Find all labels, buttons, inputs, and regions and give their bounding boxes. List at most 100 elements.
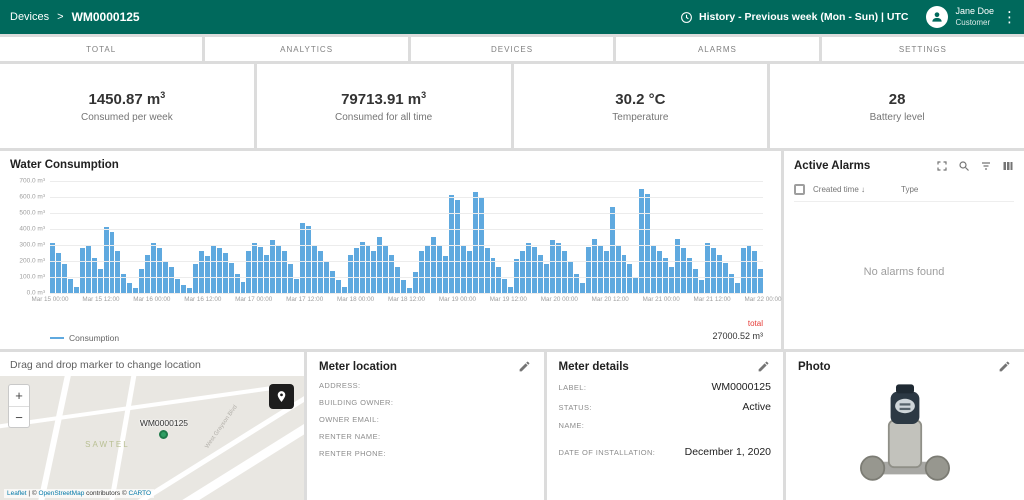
meter-location-header: Meter location xyxy=(319,360,532,374)
stat-consumed-alltime: 79713.91 m3 Consumed for all time xyxy=(257,64,511,148)
legend-label: Consumption xyxy=(69,333,119,343)
map-hint: Drag and drop marker to change location xyxy=(0,352,304,376)
middle-row: Water Consumption 700.0 m³600.0 m³500.0 … xyxy=(0,151,1024,349)
user-icon xyxy=(930,10,944,24)
bottom-row: Drag and drop marker to change location … xyxy=(0,352,1024,500)
meter-details-title: Meter details xyxy=(559,361,629,373)
field-renter-phone: RENTER PHONE: xyxy=(319,442,532,459)
chart-title: Water Consumption xyxy=(10,159,771,171)
field-label: LABEL: WM0000125 xyxy=(559,374,772,394)
field-owner-email: OWNER EMAIL: xyxy=(319,408,532,425)
field-date-installation: DATE OF INSTALLATION: December 1, 2020 xyxy=(559,439,772,459)
chart-total: total 27000.52 m³ xyxy=(712,318,763,344)
history-label: History - Previous week (Mon - Sun) | UT… xyxy=(699,11,908,23)
edit-icon[interactable] xyxy=(518,360,532,374)
stat-value: 28 xyxy=(889,90,906,108)
legend-swatch xyxy=(50,337,64,339)
breadcrumb-devices[interactable]: Devices xyxy=(10,11,49,23)
column-type[interactable]: Type xyxy=(901,185,918,194)
alarms-toolbar xyxy=(935,159,1014,172)
chart-footer: Consumption total 27000.52 m³ xyxy=(50,318,763,344)
location-pin-icon xyxy=(275,390,288,403)
top-bar: Devices > WM0000125 History - Previous w… xyxy=(0,0,1024,34)
stat-battery: 28 Battery level xyxy=(770,64,1024,148)
user-name: Jane Doe xyxy=(955,6,994,18)
tab-alarms[interactable]: ALARMS xyxy=(616,37,818,61)
more-options-icon[interactable]: ⋮ xyxy=(1002,8,1014,26)
total-value: 27000.52 m³ xyxy=(712,330,763,344)
breadcrumb-separator: > xyxy=(57,11,63,23)
columns-icon[interactable] xyxy=(1001,159,1014,172)
user-name-block: Jane Doe Customer xyxy=(955,6,994,28)
leaflet-link[interactable]: Leaflet xyxy=(7,490,27,497)
breadcrumb: Devices > WM0000125 xyxy=(10,10,140,24)
active-alarms-card: Active Alarms xyxy=(784,151,1024,349)
photo-title: Photo xyxy=(798,361,831,373)
chart-legend[interactable]: Consumption xyxy=(50,333,119,343)
edit-icon[interactable] xyxy=(998,360,1012,374)
water-consumption-card: Water Consumption 700.0 m³600.0 m³500.0 … xyxy=(0,151,781,349)
dashboard: Devices > WM0000125 History - Previous w… xyxy=(0,0,1024,500)
edit-icon[interactable] xyxy=(757,360,771,374)
field-status: STATUS: Active xyxy=(559,394,772,414)
sort-down-icon: ↓ xyxy=(861,185,865,194)
map-street xyxy=(108,376,137,500)
search-icon[interactable] xyxy=(957,159,970,172)
alarms-table-header: Created time ↓ Type xyxy=(794,184,1014,202)
map-street xyxy=(38,376,73,500)
tab-total[interactable]: TOTAL xyxy=(0,37,202,61)
breadcrumb-current: WM0000125 xyxy=(72,10,140,24)
chart-plot-area[interactable]: 700.0 m³600.0 m³500.0 m³400.0 m³300.0 m³… xyxy=(50,181,763,293)
stat-value: 1450.87 m3 xyxy=(89,90,166,108)
stat-label: Battery level xyxy=(870,112,925,123)
map-card: Drag and drop marker to change location … xyxy=(0,352,304,500)
stat-label: Consumed for all time xyxy=(335,112,432,123)
carto-link[interactable]: CARTO xyxy=(129,490,152,497)
zoom-out-button[interactable]: − xyxy=(9,406,29,427)
meter-details-header: Meter details xyxy=(559,360,772,374)
field-renter-name: RENTER NAME: xyxy=(319,425,532,442)
no-alarms-message: No alarms found xyxy=(794,202,1014,341)
field-name: NAME: xyxy=(559,414,772,431)
stat-consumed-week: 1450.87 m3 Consumed per week xyxy=(0,64,254,148)
map[interactable]: West Grayson Blvd + − WM0000125 SAWTEL L… xyxy=(0,376,304,500)
total-label: total xyxy=(712,318,763,330)
column-created-time[interactable]: Created time ↓ xyxy=(813,185,865,194)
zoom-in-button[interactable]: + xyxy=(9,385,29,406)
device-marker[interactable]: WM0000125 xyxy=(140,418,188,439)
stat-temperature: 30.2 °C Temperature xyxy=(514,64,768,148)
map-area-label: SAWTEL xyxy=(85,440,130,449)
tab-analytics[interactable]: ANALYTICS xyxy=(205,37,407,61)
marker-dot-icon xyxy=(159,430,168,439)
photo-card: Photo xyxy=(786,352,1024,500)
osm-link[interactable]: OpenStreetMap xyxy=(38,490,84,497)
photo-header: Photo xyxy=(798,360,1012,374)
user-menu[interactable]: Jane Doe Customer xyxy=(926,6,994,28)
water-meter-photo xyxy=(850,379,960,487)
map-attribution: Leaflet | © OpenStreetMap contributors ©… xyxy=(4,489,154,498)
field-building-owner: BUILDING OWNER: xyxy=(319,391,532,408)
marker-label: WM0000125 xyxy=(140,418,188,428)
map-zoom-control: + − xyxy=(8,384,30,428)
meter-details-card: Meter details LABEL: WM0000125 STATUS: A… xyxy=(547,352,784,500)
user-role: Customer xyxy=(955,18,994,28)
consumption-chart[interactable]: 700.0 m³600.0 m³500.0 m³400.0 m³300.0 m³… xyxy=(50,181,763,314)
avatar xyxy=(926,6,948,28)
photo-body xyxy=(798,374,1012,492)
stat-label: Temperature xyxy=(612,112,668,123)
set-location-button[interactable] xyxy=(269,384,294,409)
select-all-checkbox[interactable] xyxy=(794,184,805,195)
tab-settings[interactable]: SETTINGS xyxy=(822,37,1024,61)
clock-icon xyxy=(680,11,693,24)
meter-location-card: Meter location ADDRESS: BUILDING OWNER: … xyxy=(307,352,544,500)
tab-devices[interactable]: DEVICES xyxy=(411,37,613,61)
chart-x-axis: Mar 15 00:00Mar 15 12:00Mar 16 00:00Mar … xyxy=(50,293,763,304)
field-address: ADDRESS: xyxy=(319,374,532,391)
alarms-title: Active Alarms xyxy=(794,160,870,172)
history-timewindow-button[interactable]: History - Previous week (Mon - Sun) | UT… xyxy=(680,11,908,24)
fullscreen-icon[interactable] xyxy=(935,159,948,172)
stat-cards-row: 1450.87 m3 Consumed per week 79713.91 m3… xyxy=(0,64,1024,148)
meter-location-title: Meter location xyxy=(319,361,397,373)
filter-icon[interactable] xyxy=(979,159,992,172)
stat-value: 79713.91 m3 xyxy=(341,90,426,108)
